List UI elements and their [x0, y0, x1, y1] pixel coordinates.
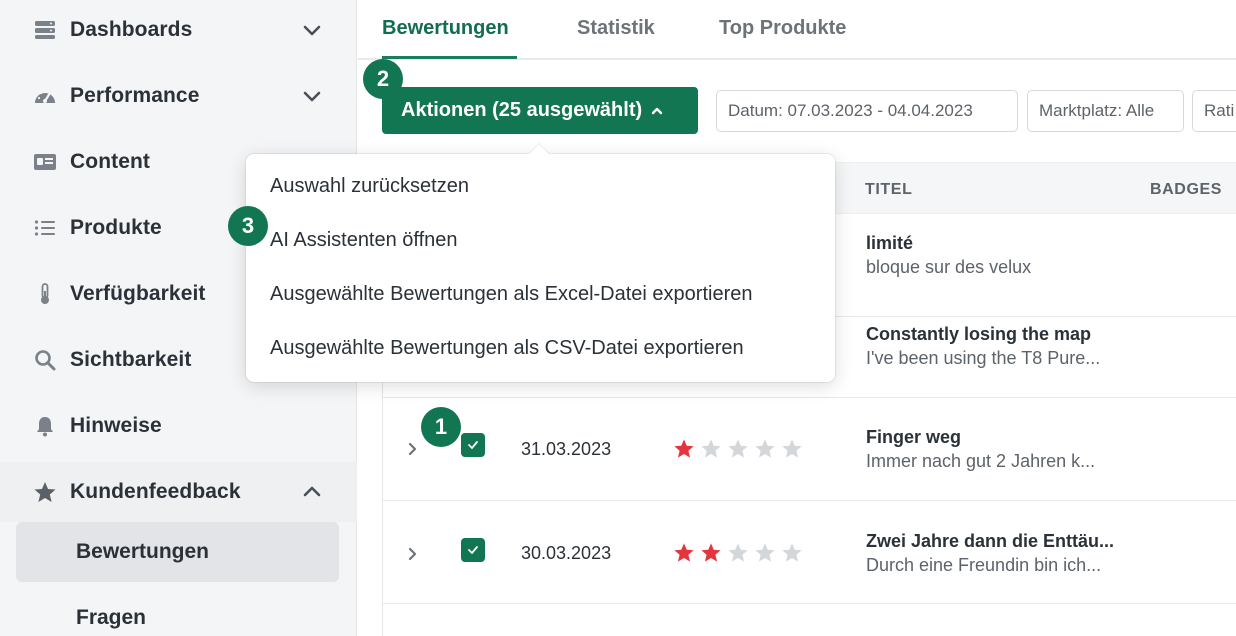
date-filter[interactable]: Datum: 07.03.2023 - 04.04.2023 [716, 90, 1018, 132]
tab-statistik[interactable]: Statistik [577, 17, 655, 40]
table-row[interactable]: 30.03.2023 Zwei Jahre dann die Enttäu...… [383, 501, 1236, 604]
chevron-down-icon [303, 91, 321, 102]
review-snippet: bloque sur des velux [866, 257, 1032, 277]
sidebar-item-label: Content [70, 150, 151, 173]
rating-filter[interactable]: Rati [1192, 90, 1236, 132]
actions-dropdown-menu: Auswahl zurücksetzen AI Assistenten öffn… [246, 144, 835, 382]
chevron-up-icon [303, 486, 321, 497]
sidebar-item-label: Hinweise [70, 414, 162, 437]
sidebar-item-dashboards[interactable]: Dashboards [0, 0, 357, 60]
sidebar-item-kundenfeedback[interactable]: Kundenfeedback [0, 462, 357, 522]
review-snippet: Durch eine Freundin bin ich... [866, 555, 1102, 575]
sidebar-item-label: Dashboards [70, 18, 193, 41]
marketplace-filter[interactable]: Marktplatz: Alle [1027, 90, 1184, 132]
column-header-title[interactable]: TITEL [865, 181, 912, 199]
star-empty-icon [701, 439, 721, 458]
server-icon [33, 18, 57, 42]
active-tab-indicator [382, 56, 517, 59]
star-empty-icon [755, 543, 775, 562]
chevron-up-icon [651, 107, 663, 114]
review-snippet: I've been using the T8 Pure... [866, 348, 1101, 368]
menu-item-reset-selection[interactable]: Auswahl zurücksetzen [270, 175, 469, 198]
step-badge-2: 2 [363, 59, 403, 99]
menu-item-export-csv[interactable]: Ausgewählte Bewertungen als CSV-Datei ex… [270, 337, 744, 360]
bell-icon [33, 414, 57, 438]
review-date: 30.03.2023 [521, 543, 612, 563]
row-checkbox[interactable] [461, 433, 485, 457]
sidebar-item-label: Performance [70, 84, 200, 107]
sidebar-item-label: Kundenfeedback [70, 480, 241, 503]
step-badge-1: 1 [421, 407, 461, 447]
review-date: 31.03.2023 [521, 439, 612, 459]
speedometer-icon [33, 84, 57, 108]
star-empty-icon [728, 543, 748, 562]
table-row[interactable]: 31.03.2023 Finger weg Immer nach gut 2 J… [383, 398, 1236, 501]
tab-top-produkte[interactable]: Top Produkte [719, 17, 846, 40]
star-rating [673, 542, 803, 563]
sidebar-item-performance[interactable]: Performance [0, 66, 357, 126]
actions-button-label: Aktionen (25 ausgewählt) [401, 99, 643, 121]
thermometer-icon [33, 282, 57, 306]
dropdown-pointer [529, 144, 549, 164]
column-header-badges[interactable]: BADGES [1150, 181, 1222, 199]
star-empty-icon [755, 439, 775, 458]
star-empty-icon [782, 439, 802, 458]
star-filled-icon [674, 439, 694, 458]
row-checkbox[interactable] [461, 538, 485, 562]
actions-button[interactable]: Aktionen (25 ausgewählt) [382, 87, 698, 134]
sidebar-item-label: Produkte [70, 216, 162, 239]
star-filled-icon [674, 543, 694, 562]
id-card-icon [33, 150, 57, 174]
list-icon [33, 216, 57, 240]
review-title: Constantly losing the map [866, 324, 1092, 344]
menu-item-export-excel[interactable]: Ausgewählte Bewertungen als Excel-Datei … [270, 283, 753, 306]
sidebar-item-label: Sichtbarkeit [70, 348, 192, 371]
star-empty-icon [782, 543, 802, 562]
menu-item-open-ai-assistant[interactable]: AI Assistenten öffnen [270, 229, 458, 252]
tab-bewertungen[interactable]: Bewertungen [382, 17, 509, 40]
star-icon [33, 480, 57, 504]
chevron-right-icon[interactable] [405, 442, 419, 456]
chevron-down-icon [303, 25, 321, 36]
review-title: Zwei Jahre dann die Enttäu... [866, 531, 1115, 551]
sidebar-subitem-label: Bewertungen [76, 540, 210, 563]
chevron-right-icon[interactable] [405, 547, 419, 561]
checkmark-icon [468, 546, 478, 554]
step-badge-3: 3 [228, 206, 268, 246]
review-snippet: Immer nach gut 2 Jahren k... [866, 451, 1096, 471]
sidebar-subitem-bewertungen[interactable]: Bewertungen [16, 522, 339, 582]
review-title: Finger weg [866, 427, 962, 447]
star-empty-icon [728, 439, 748, 458]
star-rating [673, 438, 803, 459]
star-filled-icon [701, 543, 721, 562]
search-icon [33, 348, 57, 372]
review-title: limité [866, 233, 914, 253]
sidebar-subitem-fragen[interactable]: Fragen [16, 588, 339, 636]
sidebar-item-label: Verfügbarkeit [70, 282, 206, 305]
sidebar-item-hinweise[interactable]: Hinweise [0, 396, 357, 456]
checkmark-icon [468, 441, 478, 449]
sidebar-subitem-label: Fragen [76, 606, 147, 629]
